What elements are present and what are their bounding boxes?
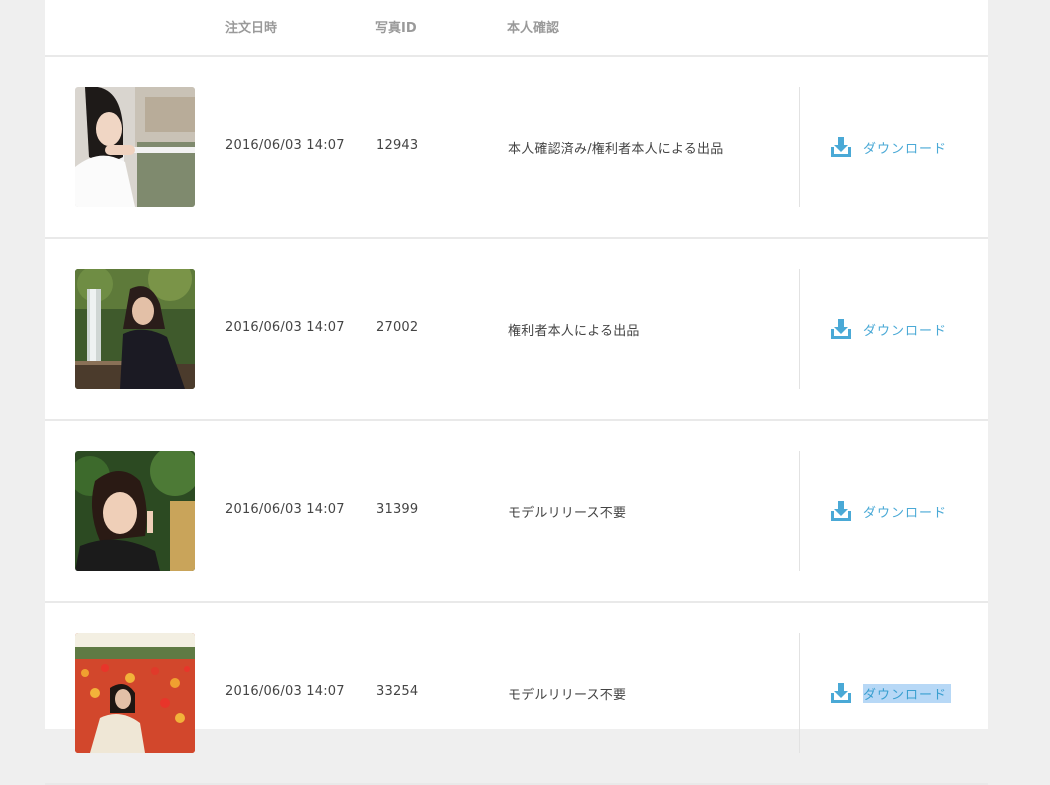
photo-thumbnail[interactable]	[75, 87, 195, 207]
verification-status: 本人確認済み/権利者本人による出品	[508, 142, 724, 157]
order-date: 2016/06/03 14:07	[225, 138, 345, 153]
verification-status: 権利者本人による出品	[508, 324, 640, 339]
download-button[interactable]: ダウンロード	[830, 500, 947, 522]
download-icon	[831, 137, 851, 157]
download-button[interactable]: ダウンロード	[830, 682, 952, 704]
order-date: 2016/06/03 14:07	[225, 502, 345, 517]
photo-thumbnail[interactable]	[75, 451, 195, 571]
column-divider	[799, 87, 800, 207]
column-header-verification: 本人確認	[507, 21, 560, 36]
table-row: 2016/06/03 14:07 31399 モデルリリース不要 ダウンロード	[45, 421, 988, 603]
column-header-photo-id: 写真ID	[375, 21, 417, 36]
orders-panel: 注文日時 写真ID 本人確認 2016/06/03 14:07 12943 本人…	[45, 0, 988, 785]
photo-id: 31399	[376, 502, 419, 517]
order-date: 2016/06/03 14:07	[225, 684, 345, 699]
verification-status: モデルリリース不要	[508, 506, 627, 521]
photo-id: 12943	[376, 138, 419, 153]
download-button[interactable]: ダウンロード	[830, 318, 947, 340]
table-header: 注文日時 写真ID 本人確認	[45, 0, 988, 57]
photo-id: 33254	[376, 684, 419, 699]
table-row: 2016/06/03 14:07 12943 本人確認済み/権利者本人による出品…	[45, 57, 988, 239]
download-icon	[831, 683, 851, 703]
column-divider	[799, 269, 800, 389]
column-divider	[799, 451, 800, 571]
download-icon	[831, 319, 851, 339]
download-button[interactable]: ダウンロード	[830, 136, 947, 158]
order-date: 2016/06/03 14:07	[225, 320, 345, 335]
table-row: 2016/06/03 14:07 27002 権利者本人による出品 ダウンロード	[45, 239, 988, 421]
column-divider	[799, 633, 800, 753]
download-label: ダウンロード	[863, 683, 952, 703]
photo-thumbnail[interactable]	[75, 633, 195, 753]
photo-thumbnail[interactable]	[75, 269, 195, 389]
download-label: ダウンロード	[863, 323, 948, 339]
column-header-date: 注文日時	[225, 21, 278, 36]
download-icon	[831, 501, 851, 521]
photo-id: 27002	[376, 320, 419, 335]
table-row: 2016/06/03 14:07 33254 モデルリリース不要 ダウンロード	[45, 603, 988, 785]
download-label: ダウンロード	[863, 141, 948, 157]
download-label: ダウンロード	[863, 505, 948, 521]
verification-status: モデルリリース不要	[508, 688, 627, 703]
